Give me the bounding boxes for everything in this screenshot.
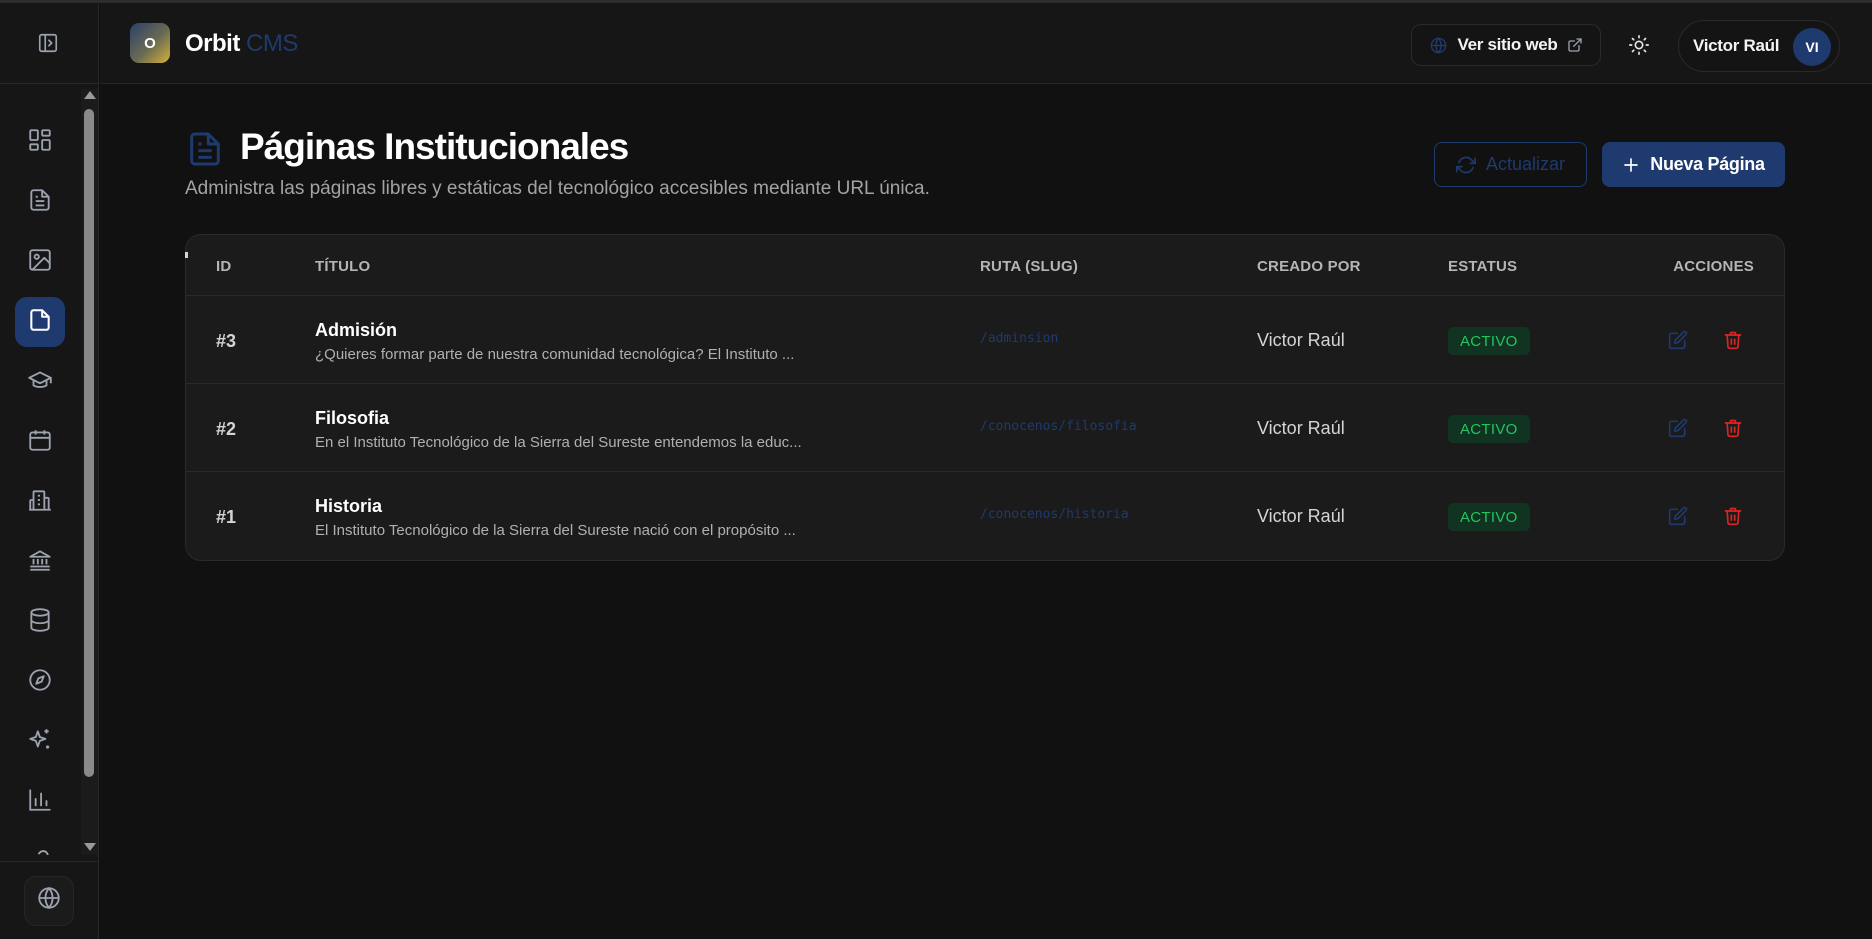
brand-primary: Orbit	[185, 30, 240, 57]
sidebar-item-explore[interactable]	[15, 657, 65, 707]
sparkles-icon	[27, 727, 53, 758]
sidebar-item-more[interactable]	[15, 837, 65, 855]
page-subtitle: Administra las páginas libres y estática…	[185, 178, 930, 199]
status-badge: ACTIVO	[1448, 503, 1530, 531]
edit-icon[interactable]	[1666, 504, 1690, 528]
table-header: ID TÍTULO RUTA (SLUG) CREADO POR ESTATUS…	[186, 235, 1784, 296]
sidebar-item-academics[interactable]	[15, 357, 65, 407]
user-name: Victor Raúl	[1693, 36, 1780, 55]
visit-site-button[interactable]: Ver sitio web	[1411, 24, 1601, 66]
edit-icon[interactable]	[1666, 328, 1690, 352]
calendar-icon	[27, 427, 53, 458]
avatar: VI	[1793, 28, 1831, 66]
sidebar-item-analytics[interactable]	[15, 777, 65, 827]
trash-icon[interactable]	[1721, 416, 1745, 440]
new-page-label: Nueva Página	[1650, 154, 1765, 174]
page-document-icon	[185, 127, 225, 176]
column-header-author: CREADO POR	[1257, 258, 1361, 275]
sun-icon	[1628, 34, 1650, 56]
trash-icon[interactable]	[1721, 504, 1745, 528]
graduation-cap-icon	[27, 367, 53, 398]
sidebar-nav	[0, 89, 80, 855]
column-header-status: ESTATUS	[1448, 258, 1518, 275]
visit-site-label: Ver sitio web	[1457, 35, 1558, 54]
table-row[interactable]: #3 Admisión ¿Quieres formar parte de nue…	[186, 296, 1784, 384]
row-author: Victor Raúl	[1257, 330, 1345, 350]
row-id: #3	[216, 331, 237, 351]
institution-icon	[27, 547, 53, 578]
sidebar-item-pages[interactable]	[15, 297, 65, 347]
scroll-down-arrow-icon[interactable]	[84, 843, 96, 851]
compass-icon	[27, 667, 53, 698]
refresh-icon	[1455, 155, 1476, 175]
sidebar-item-ai[interactable]	[15, 717, 65, 767]
row-title[interactable]: Admisión	[315, 320, 397, 341]
scroll-up-arrow-icon[interactable]	[84, 91, 96, 99]
page-title: Páginas Institucionales	[240, 126, 629, 167]
link-icon	[27, 847, 53, 855]
sidebar-item-institution[interactable]	[15, 537, 65, 587]
dashboard-icon	[27, 127, 53, 158]
sidebar-footer	[0, 861, 99, 939]
row-slug[interactable]: /conocenos/historia	[980, 507, 1129, 522]
new-page-button[interactable]: Nueva Página	[1602, 142, 1785, 187]
plus-icon	[1622, 156, 1640, 174]
row-excerpt: ¿Quieres formar parte de nuestra comunid…	[315, 346, 795, 363]
language-button[interactable]	[23, 875, 74, 926]
refresh-button[interactable]: Actualizar	[1434, 142, 1587, 187]
globe-icon	[36, 885, 62, 916]
sidebar-toggle-icon[interactable]	[30, 25, 66, 61]
database-icon	[27, 607, 53, 638]
scroll-thumb[interactable]	[84, 109, 94, 777]
row-title[interactable]: Historia	[315, 496, 382, 517]
column-header-title: TÍTULO	[315, 258, 371, 275]
table-row[interactable]: #1 Historia El Instituto Tecnológico de …	[186, 472, 1784, 560]
trash-icon[interactable]	[1721, 328, 1745, 352]
edit-icon[interactable]	[1666, 416, 1690, 440]
row-author: Victor Raúl	[1257, 418, 1345, 438]
building-icon	[27, 487, 53, 518]
sidebar-item-dashboard[interactable]	[15, 117, 65, 167]
user-menu-button[interactable]: Victor Raúl VI	[1678, 20, 1840, 72]
sidebar	[0, 3, 99, 939]
globe-icon	[1429, 36, 1448, 55]
sidebar-scrollbar[interactable]	[81, 89, 98, 855]
row-id: #2	[216, 419, 237, 439]
column-header-id: ID	[216, 258, 232, 275]
sidebar-header	[0, 3, 98, 84]
top-header: O Orbit CMS Ver sitio web Victor Raúl VI	[100, 3, 1872, 84]
sidebar-item-posts[interactable]	[15, 177, 65, 227]
sidebar-item-departments[interactable]	[15, 477, 65, 527]
file-icon	[27, 307, 53, 338]
image-icon	[27, 247, 53, 278]
row-title[interactable]: Filosofia	[315, 408, 389, 429]
brand-name: Orbit CMS	[185, 30, 298, 58]
table-row[interactable]: #2 Filosofia En el Instituto Tecnológico…	[186, 384, 1784, 472]
status-badge: ACTIVO	[1448, 415, 1530, 443]
theme-toggle-button[interactable]	[1620, 26, 1658, 64]
avatar-initials: VI	[1805, 39, 1819, 55]
column-header-actions: ACCIONES	[1673, 258, 1754, 275]
column-header-slug: RUTA (SLUG)	[980, 258, 1079, 275]
brand-secondary: CMS	[246, 30, 298, 57]
row-author: Victor Raúl	[1257, 506, 1345, 526]
logo: O	[130, 23, 170, 63]
row-id: #1	[216, 507, 237, 527]
logo-letter: O	[144, 34, 156, 52]
table-corner-marker	[185, 252, 188, 258]
sidebar-item-database[interactable]	[15, 597, 65, 647]
row-slug[interactable]: /conocenos/filosofia	[980, 419, 1137, 434]
status-badge: ACTIVO	[1448, 327, 1530, 355]
row-excerpt: En el Instituto Tecnológico de la Sierra…	[315, 434, 802, 451]
row-excerpt: El Instituto Tecnológico de la Sierra de…	[315, 522, 796, 539]
pages-table: ID TÍTULO RUTA (SLUG) CREADO POR ESTATUS…	[185, 234, 1785, 561]
external-link-icon	[1567, 37, 1583, 53]
bar-chart-icon	[27, 787, 53, 818]
row-slug[interactable]: /adminsion	[980, 331, 1058, 346]
refresh-label: Actualizar	[1485, 154, 1566, 174]
sidebar-item-media[interactable]	[15, 237, 65, 287]
document-lines-icon	[27, 187, 53, 218]
sidebar-item-events[interactable]	[15, 417, 65, 467]
